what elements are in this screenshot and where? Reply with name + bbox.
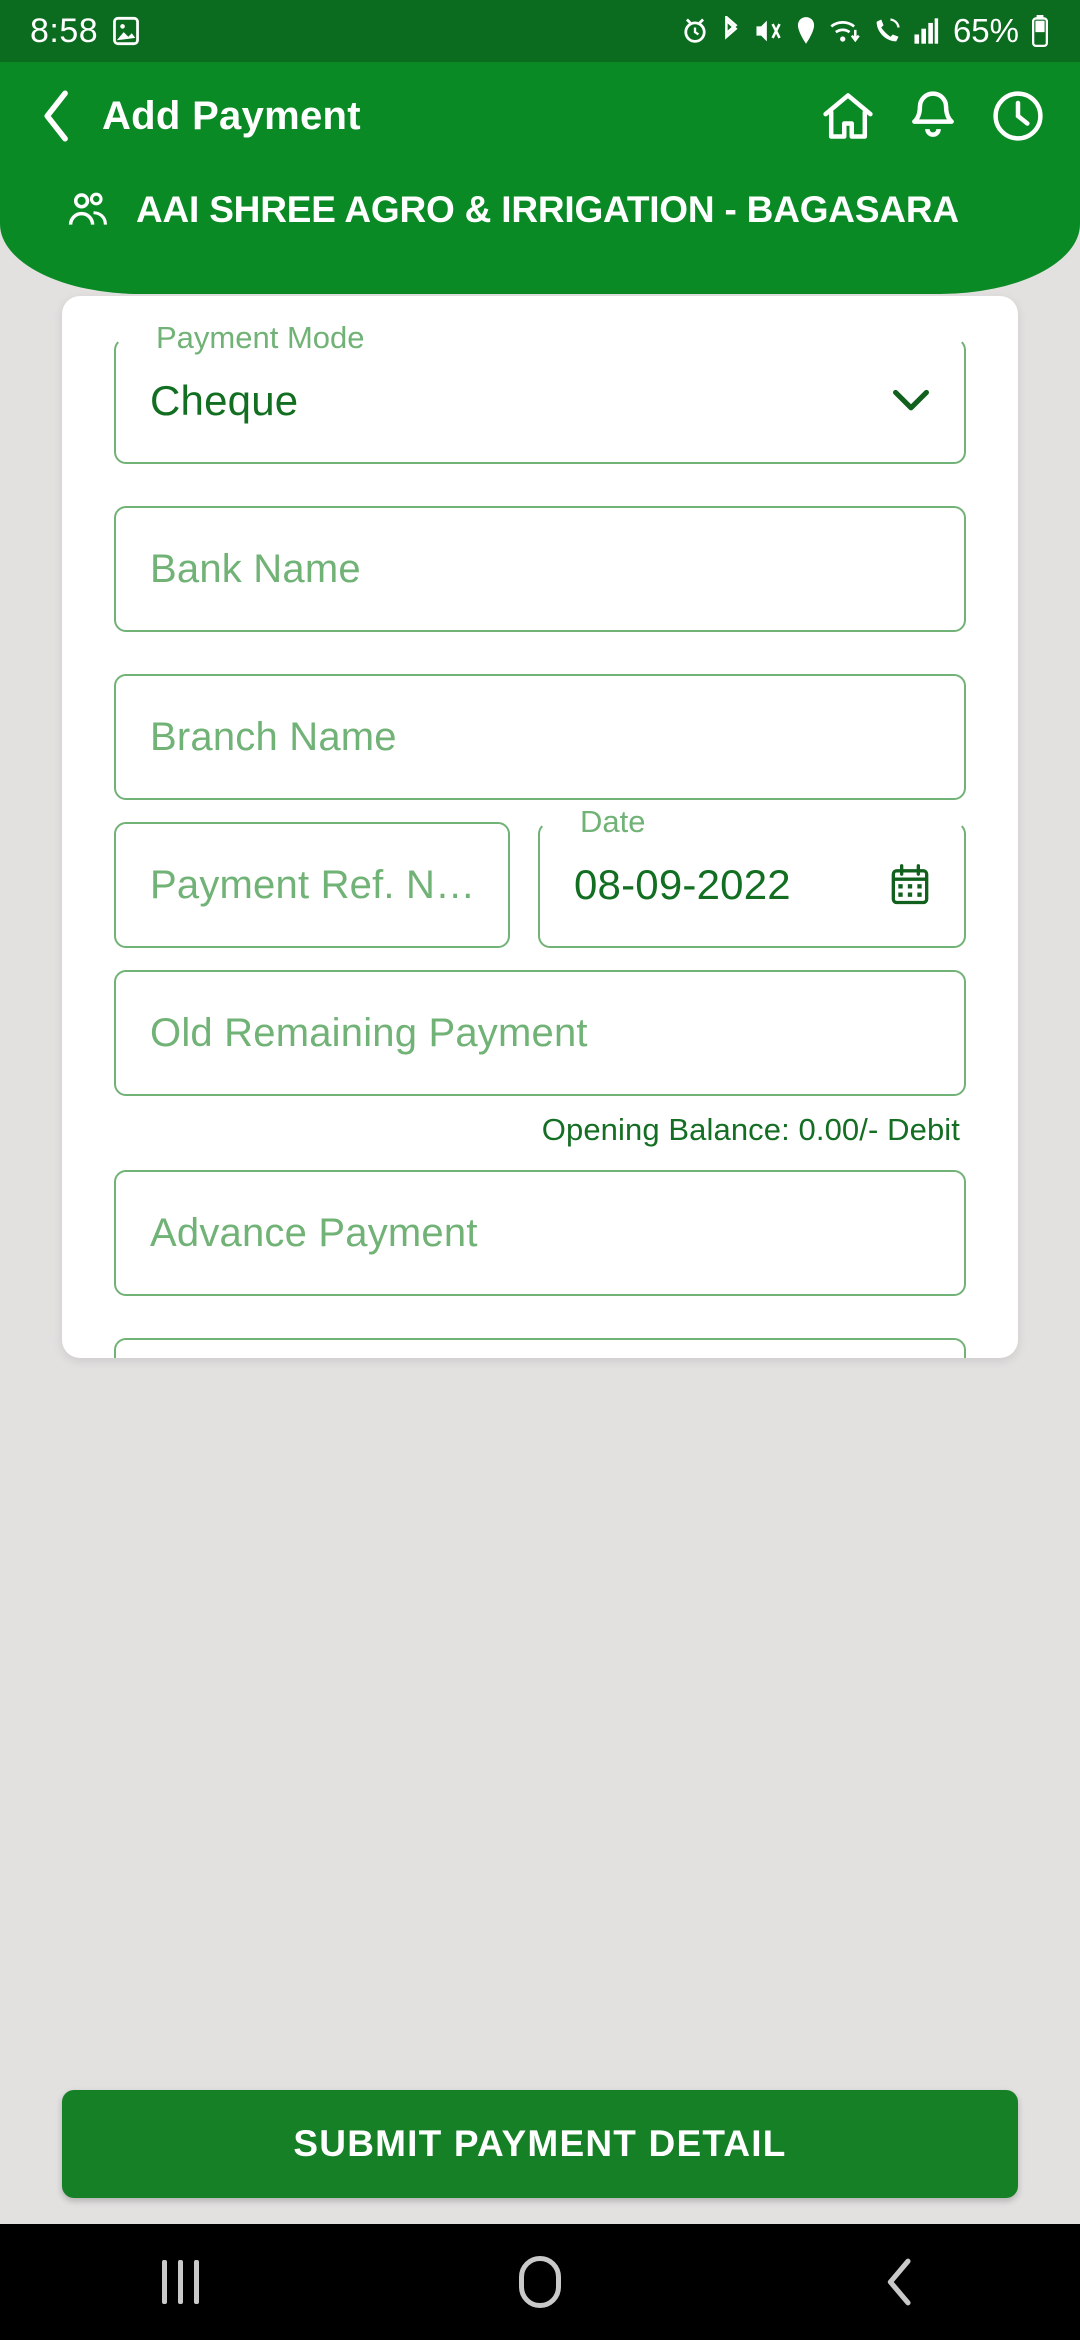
date-label: Date (568, 802, 658, 842)
bank-name-input[interactable]: Bank Name (114, 506, 966, 632)
mute-icon (756, 20, 781, 42)
submit-payment-button[interactable]: SUBMIT PAYMENT DETAIL (62, 2090, 1018, 2198)
chevron-down-icon[interactable] (892, 389, 930, 413)
advance-payment-placeholder: Advance Payment (150, 1210, 478, 1255)
payment-mode-value: Cheque (150, 377, 299, 424)
back-icon (887, 2258, 911, 2306)
nav-back-button[interactable] (810, 2224, 990, 2340)
date-input[interactable]: Date 08-09-2022 (538, 802, 966, 948)
battery-percent-label: 65% (952, 12, 1019, 49)
old-remaining-payment-placeholder: Old Remaining Payment (150, 1010, 588, 1055)
regular-payment-input[interactable]: Regular Payment (114, 1338, 966, 1358)
wifi-icon (830, 21, 860, 43)
bank-name-placeholder: Bank Name (150, 546, 361, 591)
date-value: 08-09-2022 (574, 861, 791, 908)
battery-icon (1032, 15, 1048, 47)
status-bar-right: 65% (681, 12, 1050, 50)
payment-form: Payment Mode Cheque Bank Name Branch Nam… (62, 296, 1018, 1358)
call-icon (876, 18, 900, 42)
signal-icon (914, 18, 939, 44)
payment-ref-input[interactable]: Payment Ref. N… (114, 822, 510, 948)
calendar-icon[interactable] (890, 864, 930, 906)
status-bar: 8:58 65% (0, 0, 1080, 62)
opening-balance-label: Opening Balance: 0.00/- Debit (541, 1112, 960, 1147)
old-remaining-payment-input[interactable]: Old Remaining Payment (114, 970, 966, 1096)
payment-mode-label: Payment Mode (144, 318, 377, 358)
branch-name-input[interactable]: Branch Name (114, 674, 966, 800)
ref-and-date-row: Payment Ref. N… Date 08-09-2022 (114, 802, 966, 948)
company-row: AAI SHREE AGRO & IRRIGATION - BAGASARA (0, 170, 1080, 250)
branch-name-placeholder: Branch Name (150, 714, 397, 759)
group-icon (68, 192, 107, 225)
status-bar-left: 8:58 (30, 12, 140, 51)
date-col: Date 08-09-2022 (538, 802, 966, 948)
advance-payment-input[interactable]: Advance Payment (114, 1170, 966, 1296)
header-top-row: Add Payment (0, 70, 1080, 162)
nav-recents-button[interactable] (90, 2224, 270, 2340)
page-title: Add Payment (102, 93, 361, 138)
bell-icon[interactable] (908, 88, 958, 144)
payment-form-card: Payment Mode Cheque Bank Name Branch Nam… (62, 296, 1018, 1358)
payment-ref-placeholder: Payment Ref. N… (150, 862, 474, 907)
status-bar-clock: 8:58 (30, 11, 99, 50)
alarm-icon (684, 18, 706, 43)
bluetooth-icon (725, 16, 738, 40)
recents-icon (161, 2260, 199, 2304)
image-icon (113, 16, 140, 46)
payment-ref-col: Payment Ref. N… (114, 822, 510, 948)
header-actions (820, 88, 1046, 144)
nav-home-button[interactable] (450, 2224, 630, 2340)
location-icon (797, 17, 815, 44)
home-icon[interactable] (820, 88, 876, 144)
clock-icon[interactable] (990, 88, 1046, 144)
android-nav-bar (0, 2224, 1080, 2340)
home-icon (519, 2256, 561, 2308)
back-chevron-icon[interactable] (34, 87, 80, 145)
payment-mode-select[interactable]: Payment Mode Cheque (114, 318, 966, 464)
app-header: Add Payment AAI SHREE AGRO & IRRIGATION … (0, 62, 1080, 294)
company-name: AAI SHREE AGRO & IRRIGATION - BAGASARA (136, 189, 959, 230)
